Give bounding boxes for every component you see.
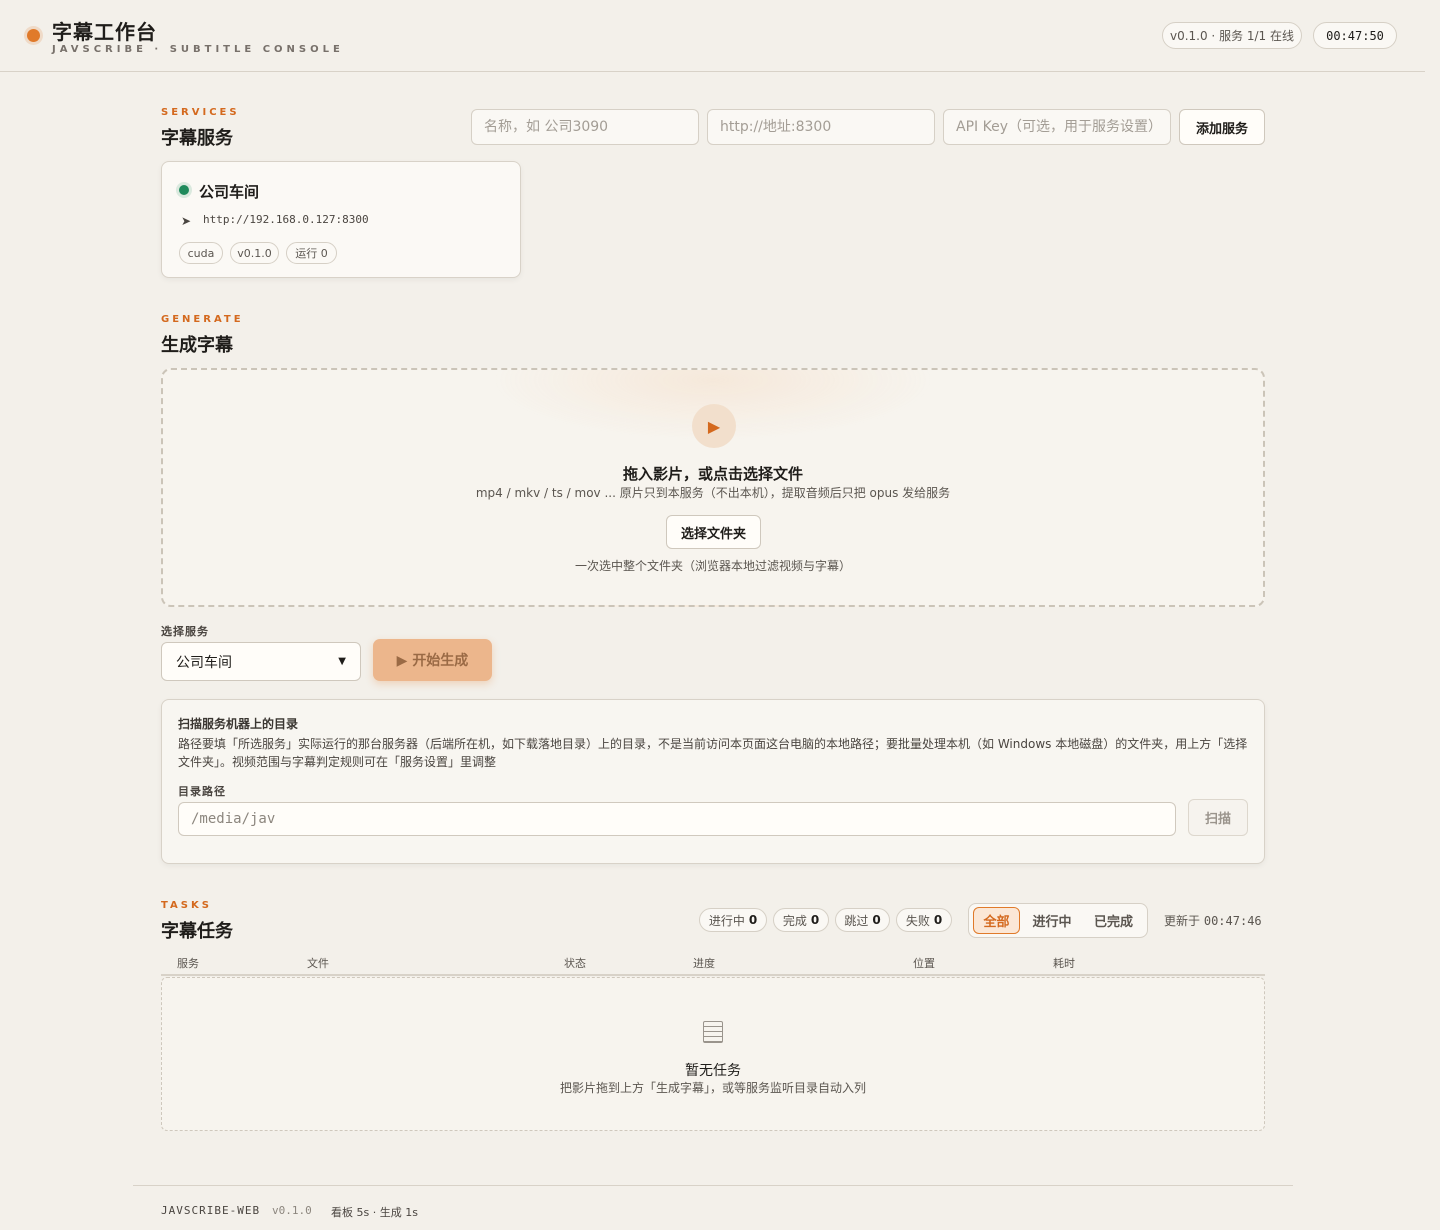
service-card-name: 公司车间	[199, 183, 260, 201]
column-file: 文件	[307, 957, 329, 970]
start-generate-button[interactable]: ▶ 开始生成	[373, 639, 492, 681]
service-select-label: 选择服务	[161, 625, 209, 638]
service-name-input[interactable]	[471, 109, 699, 145]
list-icon	[703, 1021, 723, 1043]
app-subtitle: JAVSCRIBE · SUBTITLE CONSOLE	[52, 44, 344, 55]
table-header-divider	[161, 974, 1265, 976]
updated-time: 00:47:46	[1203, 914, 1262, 928]
scan-path-input[interactable]	[178, 802, 1176, 836]
task-filter-group: 全部 进行中 已完成	[968, 903, 1148, 938]
send-icon: ➤	[181, 214, 192, 228]
service-card[interactable]: 公司车间 ➤ http://192.168.0.127:8300 cuda v0…	[161, 161, 521, 278]
generate-eyebrow: GENERATE	[161, 314, 244, 325]
count-failed: 失败 0	[896, 908, 952, 932]
tasks-title: 字幕任务	[161, 921, 233, 942]
online-status-dot	[179, 185, 189, 195]
top-bar: 字幕工作台 JAVSCRIBE · SUBTITLE CONSOLE v0.1.…	[0, 0, 1425, 72]
service-tag-version: v0.1.0	[230, 242, 279, 264]
generate-title: 生成字幕	[161, 335, 233, 356]
count-done: 完成 0	[773, 908, 829, 932]
tasks-empty-state: 暂无任务 把影片拖到上方「生成字幕」，或等服务监听目录自动入列	[161, 977, 1265, 1131]
dropzone-subtitle: mp4 / mkv / ts / mov ... 原片只到本服务（不出本机），提…	[475, 486, 951, 500]
footer-app-name: JAVSCRIBE-WEB	[161, 1204, 261, 1217]
count-running-value: 0	[748, 913, 758, 927]
service-select[interactable]: 公司车间 ▼	[161, 642, 361, 681]
scan-title: 扫描服务机器上的目录	[178, 717, 299, 731]
filter-running[interactable]: 进行中	[1026, 907, 1078, 934]
filter-all[interactable]: 全部	[973, 907, 1020, 934]
count-running: 进行中 0	[699, 908, 767, 932]
filter-completed[interactable]: 已完成	[1086, 907, 1141, 934]
select-folder-button[interactable]: 选择文件夹	[666, 515, 761, 549]
dropzone-title: 拖入影片，或点击选择文件	[622, 465, 803, 483]
app-title: 字幕工作台	[52, 20, 157, 44]
column-service: 服务	[177, 957, 199, 970]
clock: 00:47:50	[1313, 22, 1397, 49]
tasks-eyebrow: TASKS	[161, 900, 212, 911]
service-tag-device: cuda	[179, 242, 223, 264]
scan-button[interactable]: 扫描	[1188, 799, 1248, 836]
count-skipped: 跳过 0	[835, 908, 890, 932]
count-skipped-label: 跳过	[844, 913, 869, 928]
empty-subtitle: 把影片拖到上方「生成字幕」，或等服务监听目录自动入列	[559, 1081, 866, 1095]
empty-title: 暂无任务	[685, 1063, 741, 1079]
updated-at: 更新于 00:47:46	[1164, 912, 1262, 929]
count-running-label: 进行中	[708, 913, 745, 928]
brand-status-dot	[27, 29, 40, 42]
scan-path-label: 目录路径	[178, 785, 226, 798]
count-done-value: 0	[810, 913, 820, 927]
footer-refresh: 看板 5s · 生成 1s	[331, 1206, 418, 1219]
add-service-button[interactable]: 添加服务	[1179, 109, 1265, 145]
count-failed-value: 0	[933, 913, 943, 927]
count-skipped-value: 0	[872, 913, 881, 927]
scan-description: 路径要填「所选服务」实际运行的那台服务器（后端所在机，如下载落地目录）上的目录，…	[178, 737, 1248, 769]
footer-divider	[133, 1185, 1293, 1186]
count-failed-label: 失败	[905, 913, 930, 928]
service-status-pill: v0.1.0 · 服务 1/1 在线	[1162, 22, 1302, 49]
count-done-label: 完成	[782, 913, 807, 928]
play-icon: ▶	[692, 404, 736, 448]
chevron-down-icon: ▼	[338, 656, 346, 667]
scan-panel: 扫描服务机器上的目录 路径要填「所选服务」实际运行的那台服务器（后端所在机，如下…	[161, 699, 1265, 864]
services-title: 字幕服务	[161, 128, 233, 149]
service-select-value: 公司车间	[176, 654, 232, 671]
updated-label: 更新于	[1164, 914, 1201, 928]
service-tag-running: 运行 0	[286, 242, 337, 264]
dropzone-hint: 一次选中整个文件夹（浏览器本地过滤视频与字幕）	[574, 559, 851, 573]
column-location: 位置	[913, 957, 935, 970]
file-dropzone[interactable]: ▶ 拖入影片，或点击选择文件 mp4 / mkv / ts / mov ... …	[161, 368, 1265, 607]
services-eyebrow: SERVICES	[161, 107, 240, 118]
column-progress: 进度	[693, 957, 715, 970]
footer-version: v0.1.0	[272, 1204, 312, 1217]
column-status: 状态	[564, 957, 586, 970]
service-apikey-input[interactable]	[943, 109, 1171, 145]
service-card-url: http://192.168.0.127:8300	[203, 213, 369, 226]
service-url-input[interactable]	[707, 109, 935, 145]
column-duration: 耗时	[1053, 957, 1075, 970]
